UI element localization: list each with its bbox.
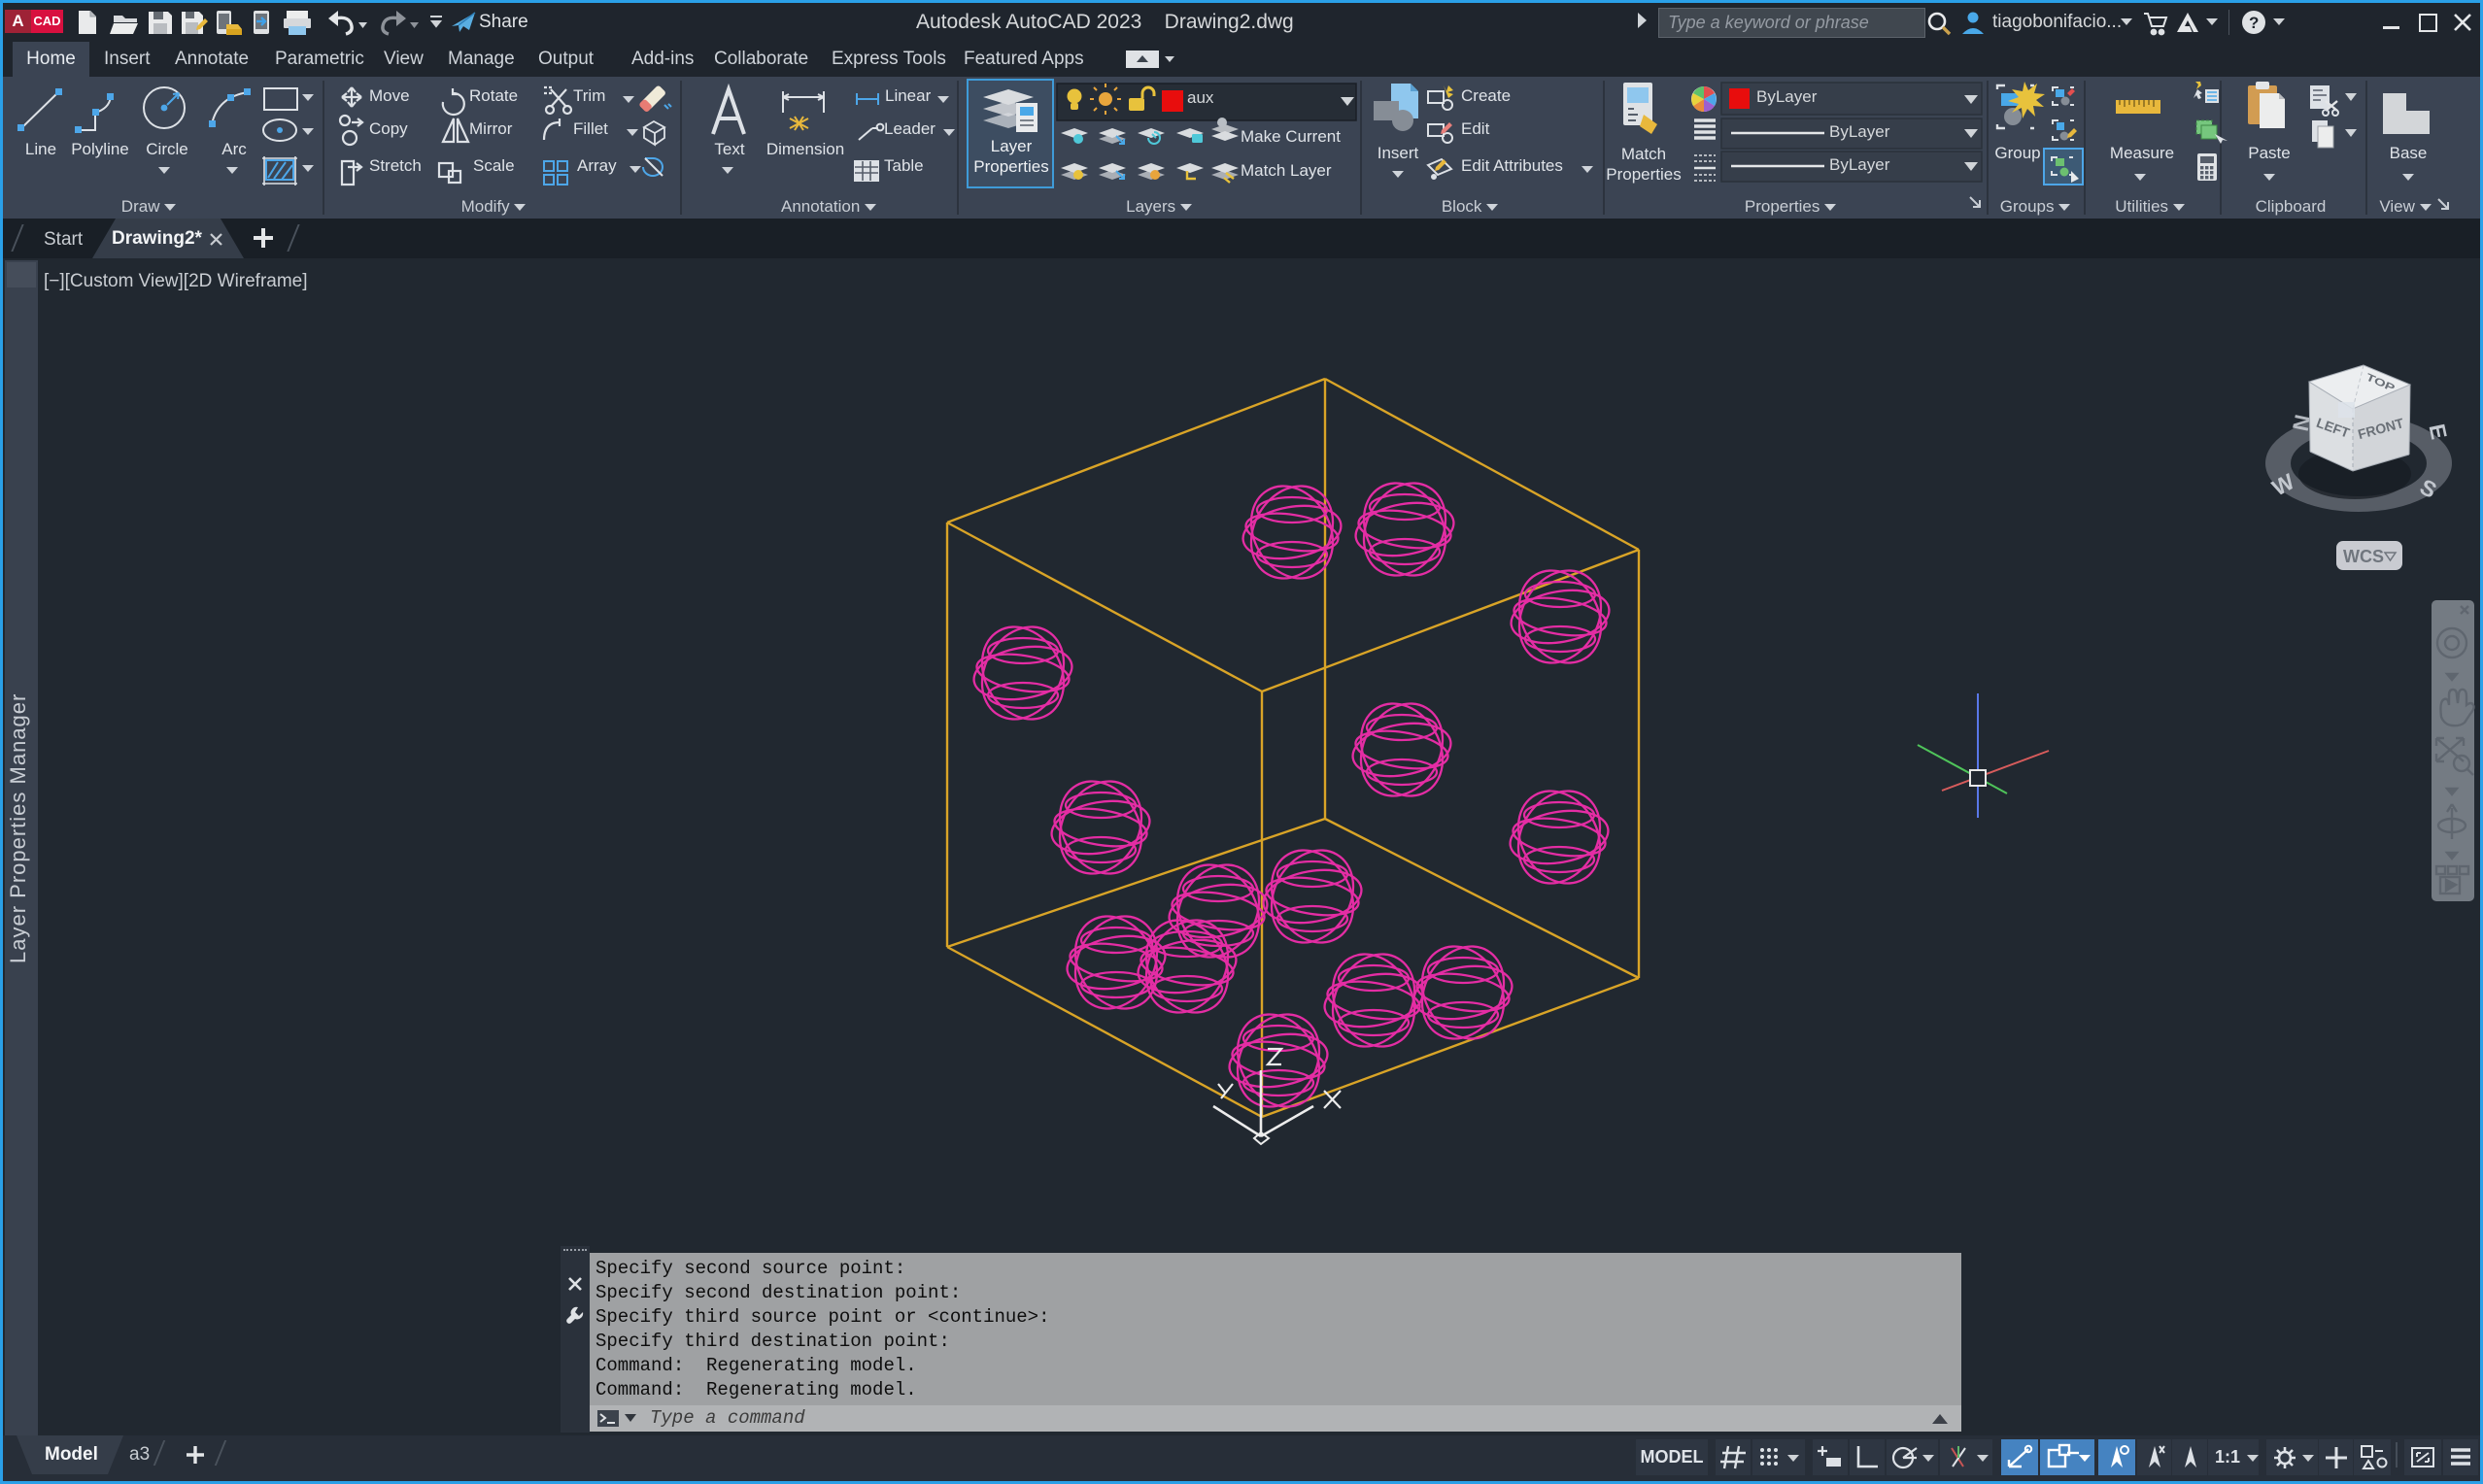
- svg-text:[−][Custom View][2D Wireframe]: [−][Custom View][2D Wireframe]: [44, 271, 308, 291]
- svg-text:WCS: WCS: [2343, 547, 2384, 566]
- svg-text:E: E: [2425, 422, 2453, 441]
